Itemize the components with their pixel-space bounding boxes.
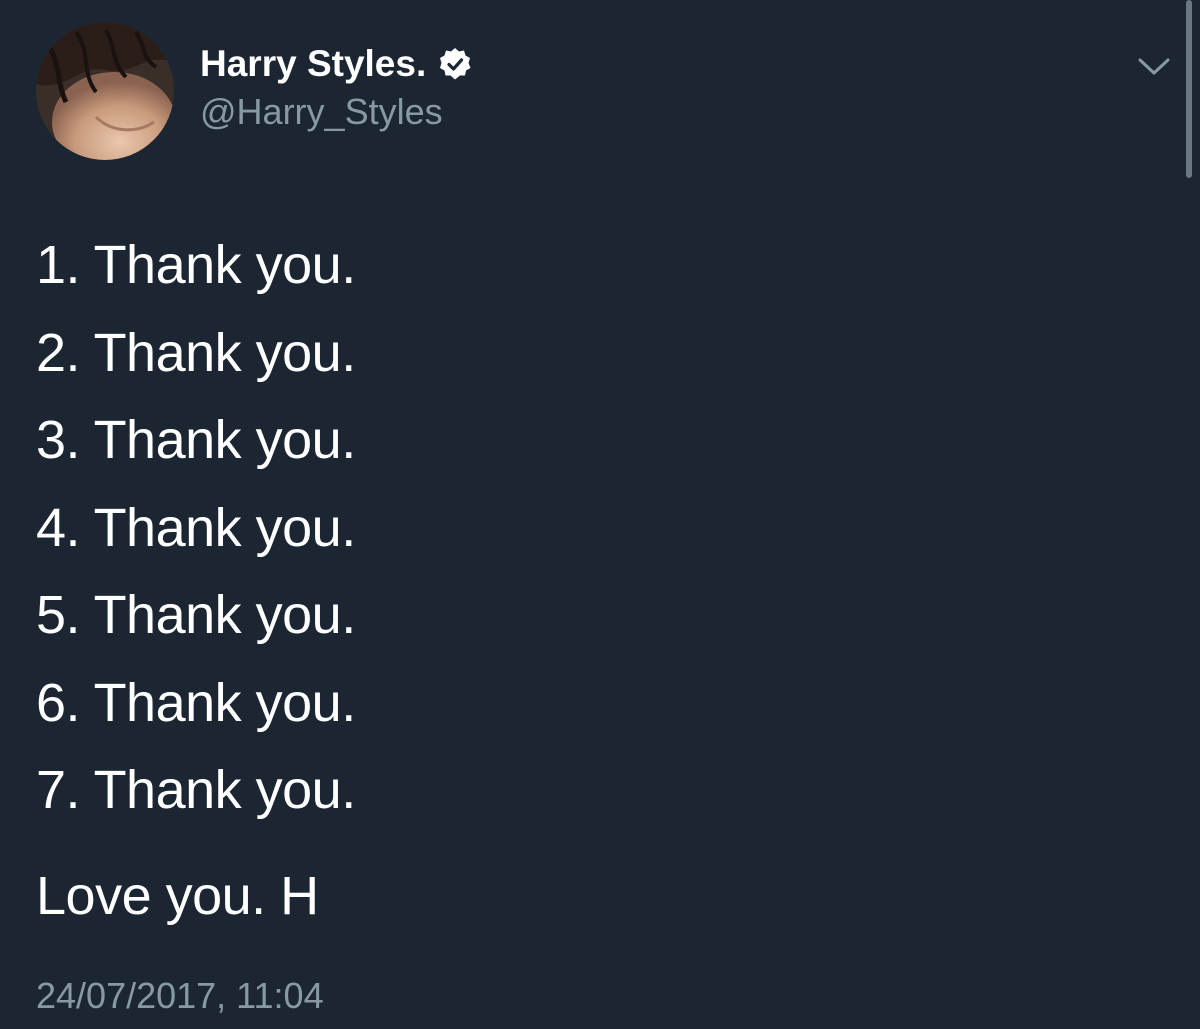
tweet-line: 4. Thank you. xyxy=(36,497,356,558)
scrollbar[interactable] xyxy=(1186,0,1192,178)
avatar[interactable] xyxy=(36,22,174,160)
tweet-line: 2. Thank you. xyxy=(36,322,356,383)
tweet-line: 7. Thank you. xyxy=(36,760,356,820)
tweet: Harry Styles. @Harry_Styles 1. Thank you… xyxy=(0,0,1200,1029)
chevron-down-icon[interactable] xyxy=(1136,52,1172,80)
display-name[interactable]: Harry Styles. xyxy=(200,38,426,90)
author-handle[interactable]: @Harry_Styles xyxy=(200,88,443,136)
tweet-line: 6. Thank you. xyxy=(36,672,356,733)
tweet-line: 1. Thank you. xyxy=(36,235,356,295)
tweet-signoff: Love you. H xyxy=(36,866,319,926)
tweet-line: 3. Thank you. xyxy=(36,410,356,470)
author-name-row[interactable]: Harry Styles. xyxy=(200,38,472,90)
tweet-timestamp[interactable]: 24/07/2017, 11:04 xyxy=(36,972,324,1020)
verified-badge-icon xyxy=(438,47,472,81)
avatar-photo xyxy=(36,22,174,160)
tweet-line: 5. Thank you. xyxy=(36,585,356,645)
tweet-text: 1. Thank you. 2. Thank you. 3. Thank you… xyxy=(36,222,356,835)
